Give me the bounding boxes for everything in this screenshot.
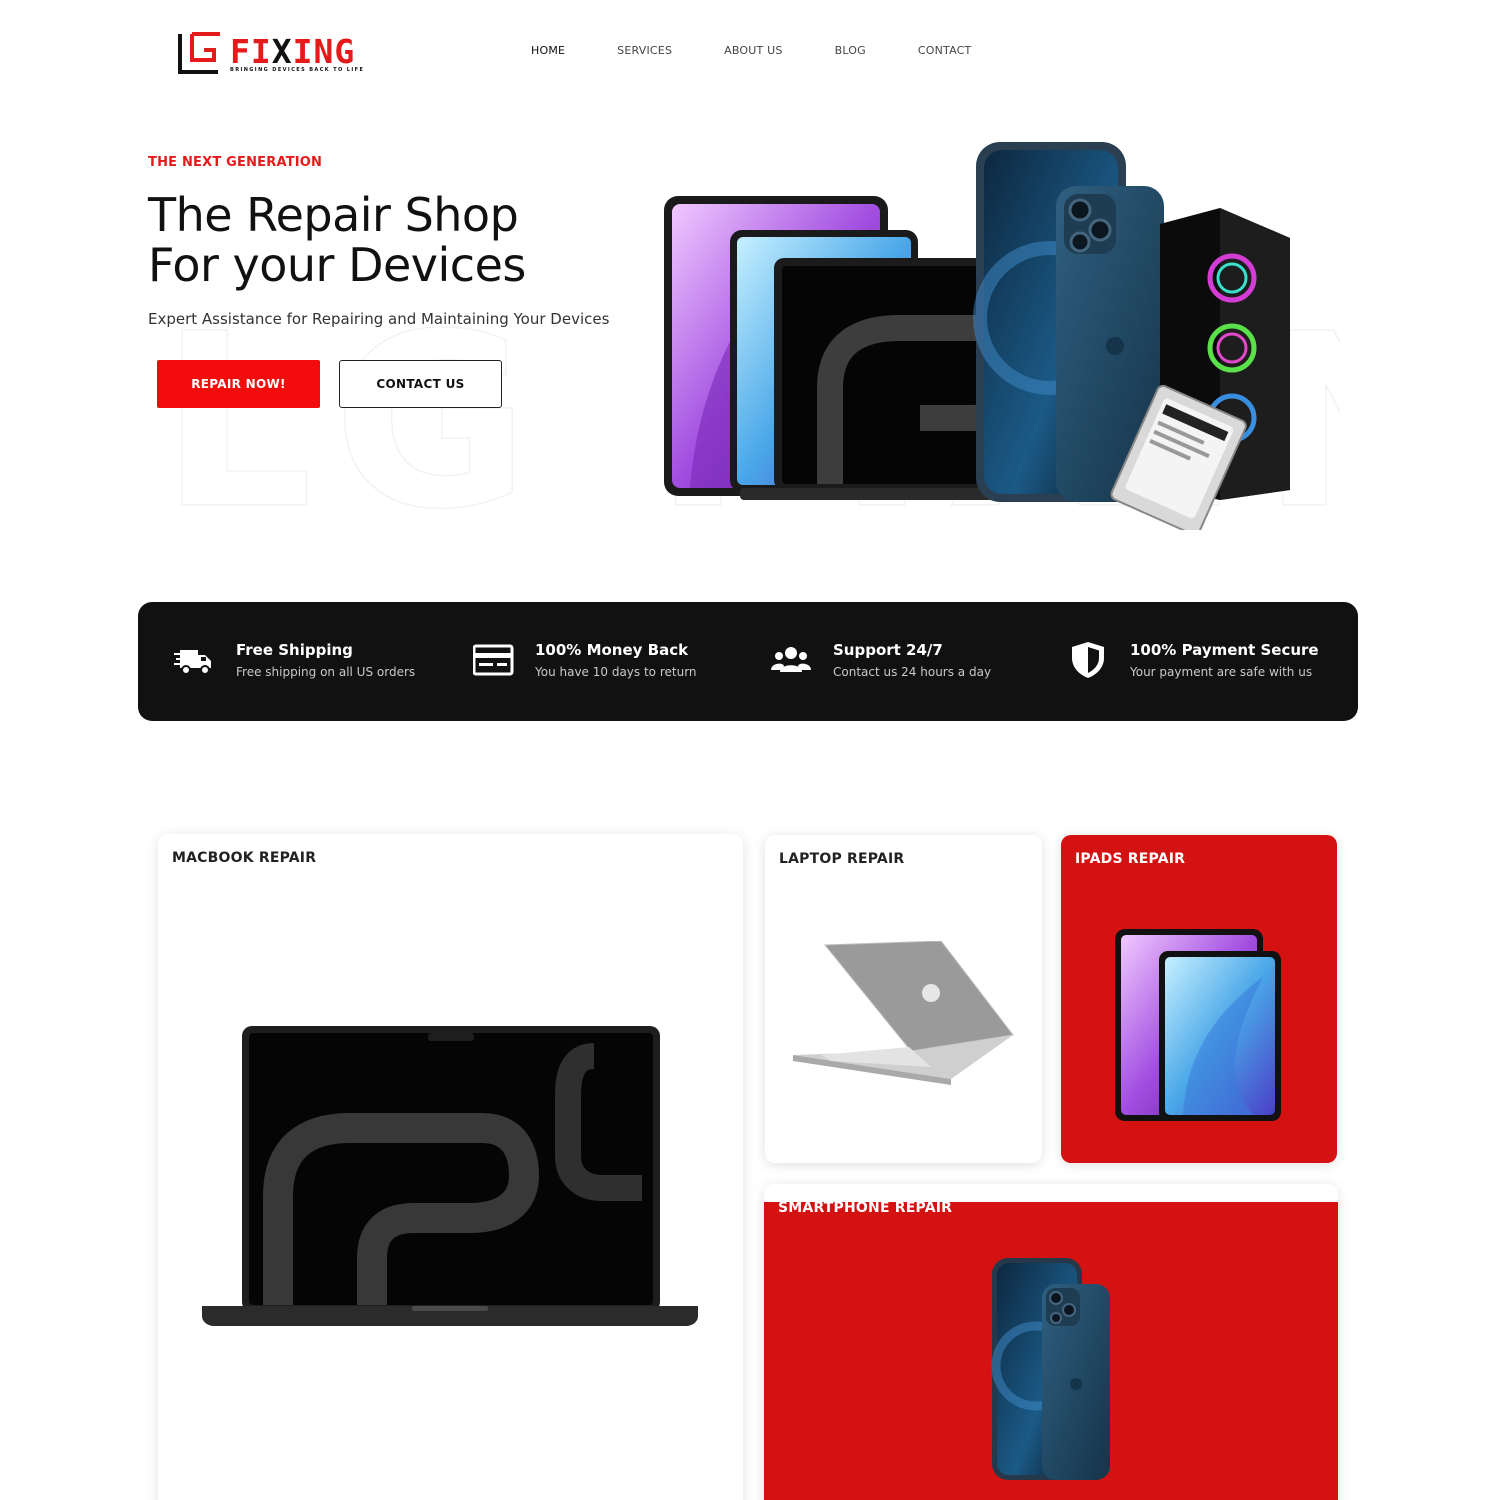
card-title: SMARTPHONE REPAIR [778, 1200, 953, 1216]
service-card-macbook[interactable]: MACBOOK REPAIR [158, 834, 743, 1500]
feature-title: Support 24/7 [833, 641, 943, 659]
smartphone-image [991, 1258, 1110, 1480]
nav-home[interactable]: HOME [531, 44, 565, 57]
delivery-truck-icon [174, 650, 211, 675]
nav-about-us[interactable]: ABOUT US [724, 44, 782, 57]
macbook-image [202, 1026, 698, 1326]
logo-mark-icon [178, 32, 220, 74]
service-card-smartphone[interactable]: SMARTPHONE REPAIR [764, 1184, 1338, 1500]
laptop-image [793, 941, 1014, 1085]
ipads-image [1115, 929, 1281, 1121]
hero-subtitle: Expert Assistance for Repairing and Main… [148, 310, 610, 328]
feature-desc: Free shipping on all US orders [236, 665, 416, 679]
brand-logo[interactable]: FIXING BRINGING DEVICES BACK TO LIFE [178, 30, 363, 76]
feature-title: 100% Payment Secure [1130, 641, 1319, 659]
card-title: LAPTOP REPAIR [779, 851, 905, 867]
brand-name: FIXING [230, 32, 356, 71]
feature-desc: Contact us 24 hours a day [833, 665, 992, 679]
main-nav: HOME SERVICES ABOUT US BLOG CONTACT [531, 44, 971, 57]
hero-devices-image [664, 142, 1290, 530]
service-card-ipads[interactable]: IPADS REPAIR [1061, 835, 1337, 1163]
hero-title: The Repair Shop For your Devices [148, 188, 526, 292]
hero-highlight: Devices [348, 238, 526, 292]
feature-desc: You have 10 days to return [535, 665, 697, 679]
feature-title: Free Shipping [236, 641, 353, 659]
contact-us-button[interactable]: CONTACT US [339, 360, 502, 408]
feature-title: 100% Money Back [535, 641, 689, 659]
nav-contact[interactable]: CONTACT [918, 44, 972, 57]
users-icon [771, 647, 811, 672]
repair-now-button[interactable]: REPAIR NOW! [157, 360, 320, 408]
card-title: MACBOOK REPAIR [172, 850, 317, 866]
card-title: IPADS REPAIR [1075, 851, 1186, 867]
shield-icon [1072, 642, 1104, 678]
brand-tagline: BRINGING DEVICES BACK TO LIFE [230, 67, 365, 73]
credit-card-icon [473, 644, 514, 676]
nav-services[interactable]: SERVICES [617, 44, 672, 57]
service-card-laptop[interactable]: LAPTOP REPAIR [765, 835, 1042, 1163]
hero-eyebrow: THE NEXT GENERATION [148, 155, 323, 170]
feature-desc: Your payment are safe with us [1130, 665, 1313, 679]
features-bar: Free Shipping Free shipping on all US or… [138, 602, 1358, 721]
nav-blog[interactable]: BLOG [835, 44, 866, 57]
